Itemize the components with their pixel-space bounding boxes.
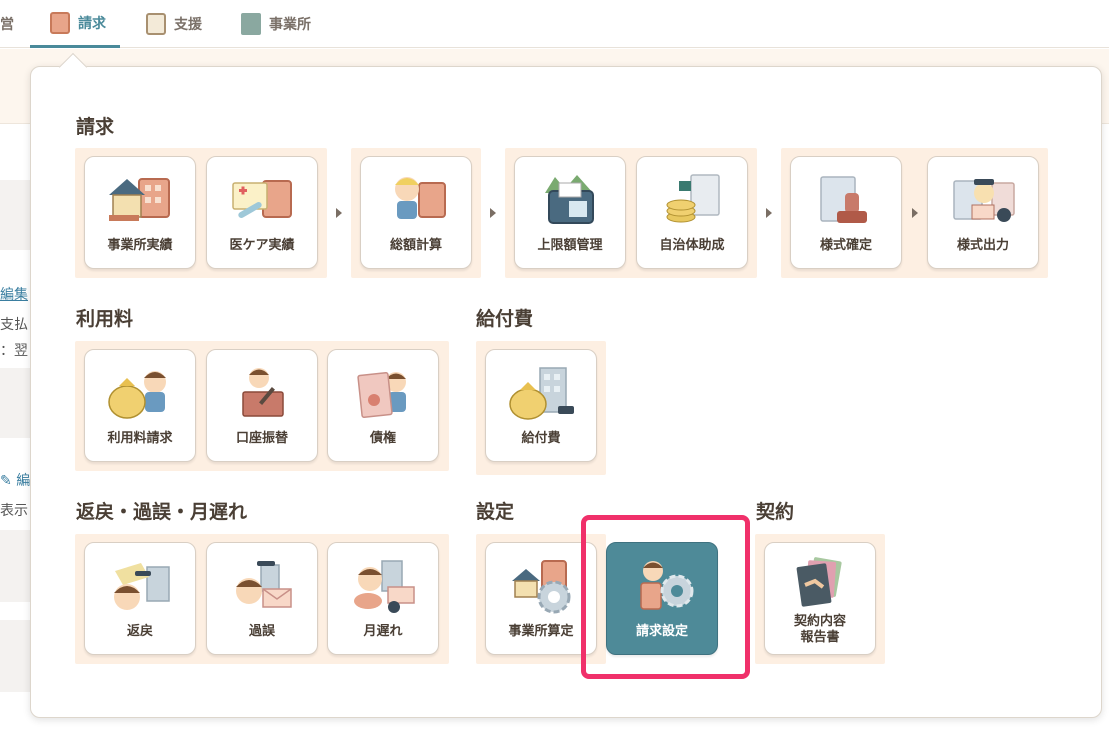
tile-label: 様式確定 — [819, 238, 872, 253]
background-block — [0, 530, 30, 602]
money-bag-building-icon — [509, 367, 574, 420]
tile-label: 過誤 — [248, 624, 275, 639]
office-building-icon — [109, 178, 170, 221]
background-block — [0, 620, 30, 692]
tab-office-label: 事業所 — [269, 17, 311, 33]
tab-support[interactable]: 支援 — [146, 0, 202, 48]
tile-form-output[interactable]: 様式出力 — [927, 156, 1039, 269]
tile-upper-limit-management[interactable]: 上限額管理 — [514, 156, 626, 269]
tab-billing-label: 請求 — [78, 15, 106, 32]
background-block — [0, 368, 30, 438]
section-title-billing: 請求 — [76, 116, 115, 138]
background-edit-label: 編 — [16, 473, 31, 489]
flow-arrow-icon — [336, 208, 342, 218]
tile-form-confirmation[interactable]: 様式確定 — [790, 156, 902, 269]
coins-document-icon — [666, 174, 720, 223]
background-text: 支払 — [0, 317, 28, 333]
tile-benefit[interactable]: 給付費 — [485, 349, 597, 462]
tile-late-month[interactable]: 月遅れ — [327, 542, 439, 655]
tab-billing[interactable]: 請求 — [30, 0, 120, 48]
background-text: ：翌 — [0, 343, 28, 359]
office-gear-icon — [512, 560, 571, 614]
highlight-frame — [581, 515, 750, 679]
section-title-settings: 設定 — [476, 501, 515, 523]
tile-label: 事業所算定 — [508, 624, 574, 639]
mail-carrier-icon — [953, 179, 1015, 222]
late-month-icon — [354, 560, 415, 613]
tile-label: 債権 — [369, 431, 396, 446]
tile-return[interactable]: 返戻 — [84, 542, 196, 655]
tile-medical-care-results[interactable]: 医ケア実績 — [206, 156, 318, 269]
background-edit-link[interactable]: 編集 — [0, 284, 28, 304]
tile-label: 返戻 — [126, 624, 153, 639]
clipboard-icon — [146, 13, 166, 35]
tile-label: 上限額管理 — [537, 238, 603, 253]
background-text: 表示 — [0, 503, 28, 519]
tab-support-label: 支援 — [174, 17, 202, 33]
flow-arrow-icon — [490, 208, 496, 218]
tile-label: 様式出力 — [956, 238, 1009, 253]
section-title-benefit: 給付費 — [476, 308, 534, 330]
flow-arrow-icon — [912, 208, 918, 218]
section-title-usage-fee: 利用料 — [76, 308, 134, 330]
tile-total-calculation[interactable]: 総額計算 — [360, 156, 472, 269]
fax-machine-icon — [545, 175, 594, 224]
tile-label: 事業所実績 — [107, 238, 173, 253]
nav-partial-label: 営 — [0, 17, 14, 33]
section-title-contract: 契約 — [756, 501, 795, 523]
tile-label: 契約内容 報告書 — [793, 614, 846, 645]
nav-partial-item[interactable]: 営 — [0, 0, 14, 48]
tile-municipal-subsidy[interactable]: 自治体助成 — [636, 156, 748, 269]
background-edit-link[interactable]: ✎ 編 — [0, 470, 30, 490]
tile-label: 給付費 — [521, 431, 561, 446]
money-bag-person-icon — [108, 371, 166, 419]
calculator-icon — [50, 11, 70, 34]
return-envelope-icon — [114, 563, 170, 610]
bank-book-person-icon — [242, 368, 284, 417]
section-title-returns: 返戻・過誤・月遅れ — [76, 501, 248, 523]
tile-label: 利用料請求 — [107, 431, 173, 446]
tile-label: 口座振替 — [235, 431, 288, 446]
stamp-document-icon — [820, 176, 867, 223]
medical-care-icon — [232, 180, 292, 218]
tile-usage-fee-billing[interactable]: 利用料請求 — [84, 349, 196, 462]
house-icon — [241, 13, 261, 35]
tile-office-results[interactable]: 事業所実績 — [84, 156, 196, 269]
receivable-document-icon — [357, 371, 406, 419]
error-envelope-icon — [236, 561, 292, 608]
tile-bank-transfer[interactable]: 口座振替 — [206, 349, 318, 462]
contract-handshake-icon — [796, 557, 842, 607]
flow-arrow-icon — [766, 208, 772, 218]
tile-receivables[interactable]: 債権 — [327, 349, 439, 462]
top-nav: 営 請求 支援 事業所 — [0, 0, 1109, 48]
tile-label: 月遅れ — [363, 624, 403, 639]
background-block — [0, 180, 30, 250]
tab-office[interactable]: 事業所 — [241, 0, 311, 48]
tile-label: 総額計算 — [389, 238, 442, 253]
person-calculator-icon — [395, 177, 446, 219]
tile-label: 自治体助成 — [659, 238, 725, 253]
tile-overpayment-error[interactable]: 過誤 — [206, 542, 318, 655]
tile-label: 医ケア実績 — [229, 238, 295, 253]
tile-contract-report[interactable]: 契約内容 報告書 — [764, 542, 876, 655]
